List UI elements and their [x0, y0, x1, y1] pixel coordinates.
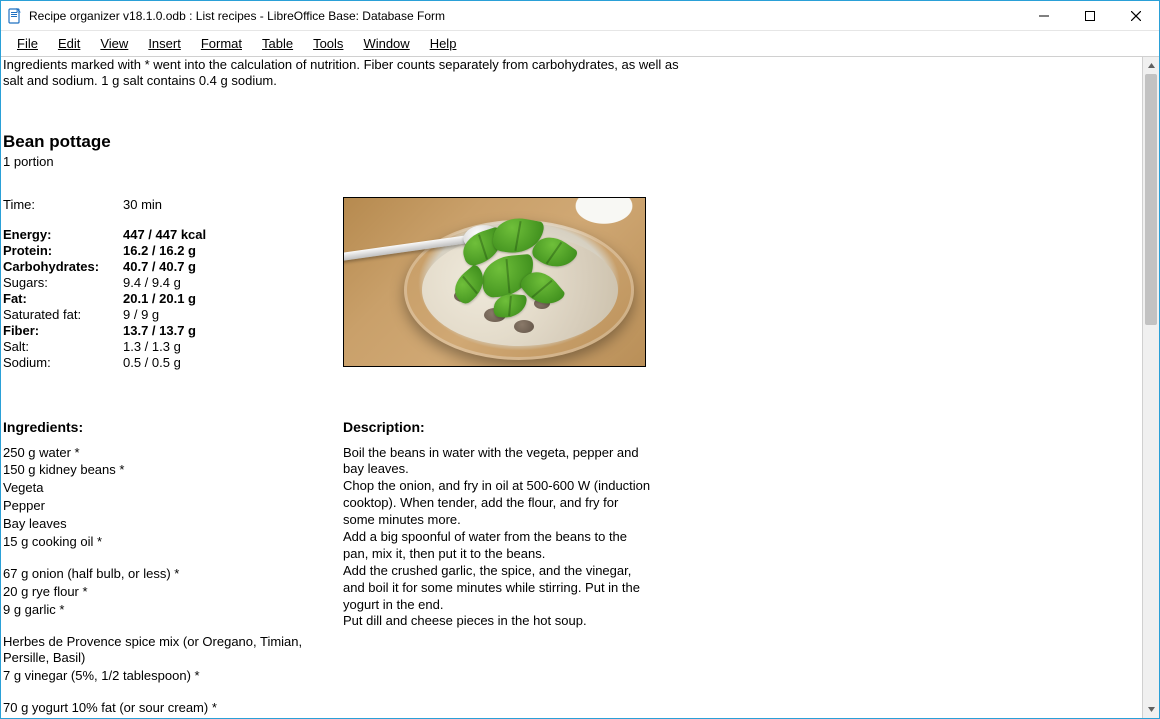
vertical-scrollbar[interactable]: [1142, 57, 1159, 718]
nutrition-value: 13.7 / 13.7 g: [123, 323, 196, 338]
close-button[interactable]: [1113, 1, 1159, 30]
nutrition-label: Saturated fat:: [3, 307, 123, 322]
nutrition-note: Ingredients marked with * went into the …: [3, 57, 1142, 90]
description-line: Boil the beans in water with the vegeta,…: [343, 445, 653, 479]
scroll-thumb[interactable]: [1145, 74, 1157, 325]
nutrition-label: Salt:: [3, 339, 123, 354]
menu-tools[interactable]: Tools: [303, 34, 353, 53]
window-title: Recipe organizer v18.1.0.odb : List reci…: [29, 9, 445, 23]
titlebar: Recipe organizer v18.1.0.odb : List reci…: [1, 1, 1159, 31]
menu-format[interactable]: Format: [191, 34, 252, 53]
recipe-title: Bean pottage: [3, 132, 1142, 152]
nutrition-value: 20.1 / 20.1 g: [123, 291, 196, 306]
nutrition-value: 0.5 / 0.5 g: [123, 355, 181, 370]
menu-help[interactable]: Help: [420, 34, 467, 53]
nutrition-row: Fat:20.1 / 20.1 g: [3, 291, 343, 306]
scroll-track[interactable]: [1143, 74, 1159, 701]
ingredients-group-1: 250 g water *150 g kidney beans *VegetaP…: [3, 445, 343, 551]
ingredient-item: 150 g kidney beans *: [3, 462, 343, 479]
nutrition-label: Sodium:: [3, 355, 123, 370]
menu-window[interactable]: Window: [353, 34, 419, 53]
nutrition-value: 9.4 / 9.4 g: [123, 275, 181, 290]
nutrition-label: Protein:: [3, 243, 123, 258]
nutrition-row: Carbohydrates:40.7 / 40.7 g: [3, 259, 343, 274]
ingredient-item: Bay leaves: [3, 516, 343, 533]
nutrition-value: 447 / 447 kcal: [123, 227, 206, 242]
nutrition-label: Fiber:: [3, 323, 123, 338]
window-controls: [1021, 1, 1159, 30]
time-label: Time:: [3, 197, 123, 212]
nutrition-row: Energy:447 / 447 kcal: [3, 227, 343, 242]
nutrition-row: Sodium:0.5 / 0.5 g: [3, 355, 343, 370]
minimize-button[interactable]: [1021, 1, 1067, 30]
ingredient-item: 7 g vinegar (5%, 1/2 tablespoon) *: [3, 668, 313, 685]
ingredient-item: Vegeta: [3, 480, 343, 497]
nutrition-label: Sugars:: [3, 275, 123, 290]
description-heading: Description:: [343, 419, 653, 435]
form-document[interactable]: Ingredients marked with * went into the …: [1, 57, 1142, 718]
ingredient-item: 9 g garlic *: [3, 602, 343, 619]
app-window: Recipe organizer v18.1.0.odb : List reci…: [0, 0, 1160, 719]
ingredients-group-3: Herbes de Provence spice mix (or Oregano…: [3, 634, 313, 686]
scroll-down-button[interactable]: [1143, 701, 1159, 718]
scroll-up-button[interactable]: [1143, 57, 1159, 74]
description-text: Boil the beans in water with the vegeta,…: [343, 445, 653, 631]
description-line: Put dill and cheese pieces in the hot so…: [343, 613, 653, 630]
nutrition-table: Energy:447 / 447 kcalProtein:16.2 / 16.2…: [3, 227, 343, 370]
nutrition-row: Sugars:9.4 / 9.4 g: [3, 275, 343, 290]
menu-file[interactable]: File: [7, 34, 48, 53]
menu-view[interactable]: View: [90, 34, 138, 53]
recipe-photo: [343, 197, 646, 367]
nutrition-row: Saturated fat:9 / 9 g: [3, 307, 343, 322]
nutrition-row: Fiber:13.7 / 13.7 g: [3, 323, 343, 338]
ingredient-item: 250 g water *: [3, 445, 343, 462]
ingredients-group-2: 67 g onion (half bulb, or less) *20 g ry…: [3, 566, 343, 619]
menu-insert[interactable]: Insert: [138, 34, 191, 53]
ingredients-heading: Ingredients:: [3, 419, 343, 435]
nutrition-label: Carbohydrates:: [3, 259, 123, 274]
nutrition-value: 9 / 9 g: [123, 307, 159, 322]
ingredients-group-4: 70 g yogurt 10% fat (or sour cream) *: [3, 700, 343, 717]
nutrition-value: 1.3 / 1.3 g: [123, 339, 181, 354]
ingredient-item: Herbes de Provence spice mix (or Oregano…: [3, 634, 313, 668]
time-value: 30 min: [123, 197, 162, 212]
menubar: File Edit View Insert Format Table Tools…: [1, 31, 1159, 57]
menu-table[interactable]: Table: [252, 34, 303, 53]
ingredient-item: Pepper: [3, 498, 343, 515]
app-icon: [7, 8, 23, 24]
ingredient-item: 67 g onion (half bulb, or less) *: [3, 566, 343, 583]
description-line: Chop the onion, and fry in oil at 500-60…: [343, 478, 653, 529]
nutrition-label: Energy:: [3, 227, 123, 242]
maximize-button[interactable]: [1067, 1, 1113, 30]
menu-edit[interactable]: Edit: [48, 34, 90, 53]
recipe-portion: 1 portion: [3, 154, 1142, 169]
nutrition-row: Protein:16.2 / 16.2 g: [3, 243, 343, 258]
ingredient-item: 15 g cooking oil *: [3, 534, 343, 551]
description-line: Add a big spoonful of water from the bea…: [343, 529, 653, 563]
ingredient-item: 20 g rye flour *: [3, 584, 343, 601]
nutrition-label: Fat:: [3, 291, 123, 306]
ingredient-item: 70 g yogurt 10% fat (or sour cream) *: [3, 700, 343, 717]
nutrition-value: 40.7 / 40.7 g: [123, 259, 196, 274]
nutrition-row: Salt:1.3 / 1.3 g: [3, 339, 343, 354]
description-line: Add the crushed garlic, the spice, and t…: [343, 563, 653, 614]
nutrition-value: 16.2 / 16.2 g: [123, 243, 196, 258]
